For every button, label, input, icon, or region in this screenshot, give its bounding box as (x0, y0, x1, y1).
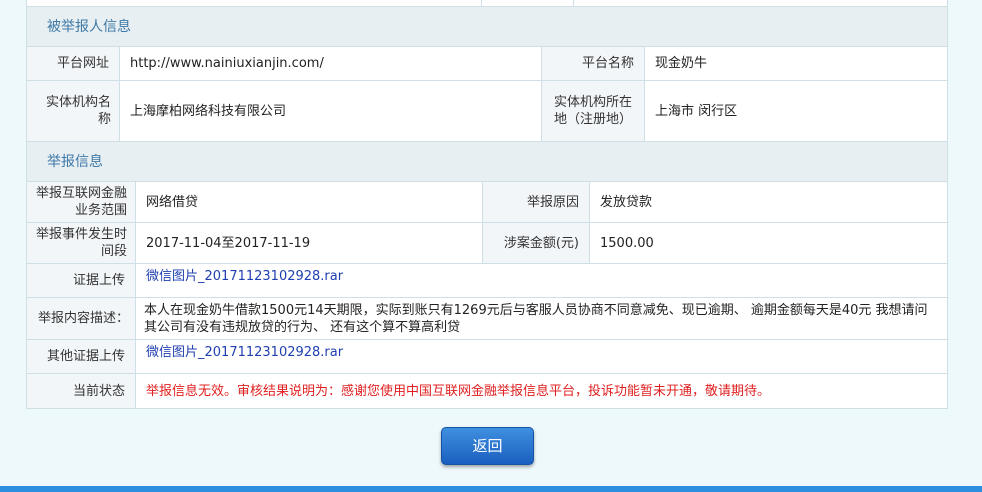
footer-bar (0, 486, 982, 492)
status-row: 当前状态 举报信息无效。审核结果说明为：感谢您使用中国互联网金融举报信息平台，投… (27, 374, 947, 409)
evidence-label: 证据上传 (27, 264, 136, 297)
entity-row: 实体机构名称 上海摩柏网络科技有限公司 实体机构所在地（注册地） 上海市 闵行区 (27, 81, 947, 142)
period-label: 举报事件发生时间段 (27, 223, 136, 263)
report-detail-panel: 被举报人信息 平台网址 http://www.nainiuxianjin.com… (26, 0, 948, 409)
platform-url-label: 平台网址 (27, 47, 120, 80)
back-button[interactable]: 返回 (441, 427, 534, 465)
previous-row-remnant (27, 0, 947, 7)
report-info-section-title: 举报信息 (27, 142, 947, 182)
reason-label: 举报原因 (483, 182, 590, 222)
entity-name-label: 实体机构名称 (27, 81, 120, 141)
platform-row: 平台网址 http://www.nainiuxianjin.com/ 平台名称 … (27, 47, 947, 81)
platform-name-label: 平台名称 (542, 47, 645, 80)
entity-location-value: 上海市 闵行区 (655, 103, 738, 119)
status-value: 举报信息无效。审核结果说明为：感谢您使用中国互联网金融举报信息平台，投诉功能暂未… (146, 383, 771, 399)
amount-label: 涉案金额(元) (483, 223, 590, 263)
evidence-file-link[interactable]: 微信图片_20171123102928.rar (146, 268, 343, 285)
entity-location-label: 实体机构所在地（注册地） (542, 81, 645, 141)
amount-value: 1500.00 (600, 235, 654, 251)
description-label: 举报内容描述： (27, 298, 136, 339)
scope-label: 举报互联网金融业务范围 (27, 182, 136, 222)
platform-url-value: http://www.nainiuxianjin.com/ (120, 47, 542, 80)
status-label: 当前状态 (27, 374, 136, 408)
description-row: 举报内容描述： 本人在现金奶牛借款1500元14天期限，实际到账只有1269元后… (27, 298, 947, 340)
evidence-row: 证据上传 微信图片_20171123102928.rar (27, 264, 947, 298)
description-value: 本人在现金奶牛借款1500元14天期限，实际到账只有1269元后与客服人员协商不… (144, 302, 928, 335)
scope-row: 举报互联网金融业务范围 网络借贷 举报原因 发放贷款 (27, 182, 947, 223)
entity-name-value: 上海摩柏网络科技有限公司 (120, 81, 542, 141)
reason-value: 发放贷款 (600, 194, 653, 210)
platform-name-value: 现金奶牛 (655, 56, 708, 71)
scope-value: 网络借贷 (136, 182, 483, 222)
period-value: 2017-11-04至2017-11-19 (136, 223, 483, 263)
other-evidence-row: 其他证据上传 微信图片_20171123102928.rar (27, 340, 947, 374)
period-row: 举报事件发生时间段 2017-11-04至2017-11-19 涉案金额(元) … (27, 223, 947, 264)
reported-party-section-title: 被举报人信息 (27, 7, 947, 47)
other-evidence-file-link[interactable]: 微信图片_20171123102928.rar (146, 344, 343, 361)
other-evidence-label: 其他证据上传 (27, 340, 136, 373)
